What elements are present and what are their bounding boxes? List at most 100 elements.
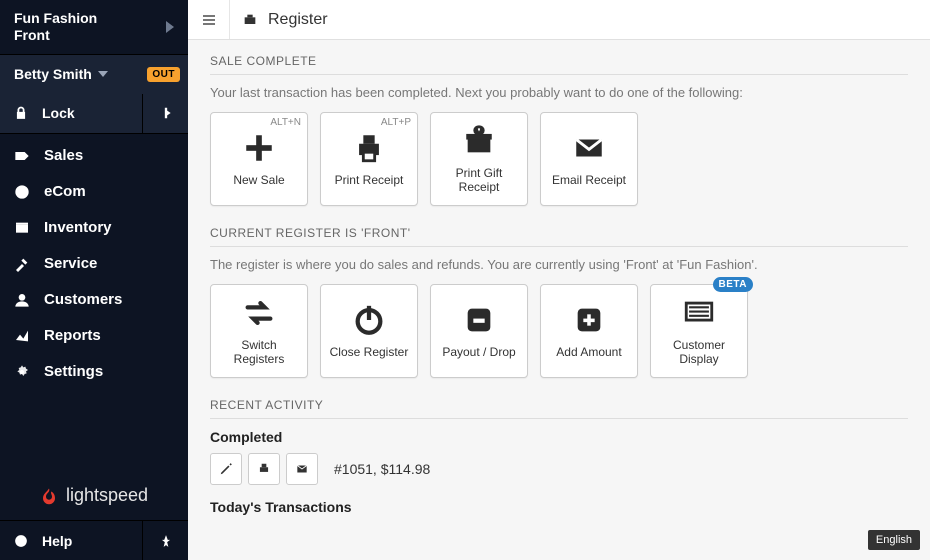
tile-add-amount[interactable]: Add Amount	[540, 284, 638, 378]
swap-icon	[242, 296, 276, 330]
plus-icon	[242, 131, 276, 165]
tile-email-receipt[interactable]: Email Receipt	[540, 112, 638, 206]
nav-ecom[interactable]: eCom	[0, 174, 188, 210]
section-register: CURRENT REGISTER IS 'FRONT'	[210, 226, 908, 247]
power-icon	[352, 303, 386, 337]
minus-icon	[462, 303, 496, 337]
sale-tiles: ALT+N New Sale ALT+P Print Receipt Print…	[210, 112, 908, 206]
register-subtext: The register is where you do sales and r…	[210, 257, 908, 272]
lock-icon	[14, 106, 28, 120]
nav-label: Service	[44, 255, 97, 272]
nav-inventory[interactable]: Inventory	[0, 210, 188, 246]
register-tiles: Switch Registers Close Register Payout /…	[210, 284, 908, 378]
tile-label: Print Gift Receipt	[439, 167, 519, 195]
tag-icon	[14, 148, 30, 164]
content: SALE COMPLETE Your last transaction has …	[188, 40, 930, 560]
tile-label: Switch Registers	[219, 339, 299, 367]
shop-selector[interactable]: Fun Fashion Front	[0, 0, 188, 54]
nav-label: Reports	[44, 327, 101, 344]
nav-service[interactable]: Service	[0, 246, 188, 282]
register-icon	[242, 12, 258, 28]
printer-icon	[352, 131, 386, 165]
shortcut: ALT+N	[270, 117, 301, 128]
exit-button[interactable]	[142, 94, 188, 133]
tile-label: Customer Display	[659, 339, 739, 367]
shop-name: Fun Fashion Front	[14, 10, 97, 44]
beta-badge: BETA	[713, 277, 753, 292]
todays-heading: Today's Transactions	[210, 499, 908, 515]
completed-row: #1051, $114.98	[210, 453, 908, 485]
nav-label: Customers	[44, 291, 122, 308]
topbar: Register	[188, 0, 930, 40]
tile-close-register[interactable]: Close Register	[320, 284, 418, 378]
gear-icon	[14, 364, 30, 380]
page-title-text: Register	[268, 11, 328, 29]
edit-transaction-button[interactable]	[210, 453, 242, 485]
user-row[interactable]: Betty Smith OUT	[0, 54, 188, 94]
lock-button[interactable]: Lock	[0, 94, 142, 133]
lock-label: Lock	[42, 105, 75, 121]
help-label: Help	[42, 533, 72, 549]
chevron-right-icon	[166, 21, 174, 33]
page: Register SALE COMPLETE Your last transac…	[188, 0, 930, 560]
display-icon	[682, 296, 716, 330]
exit-icon	[159, 106, 173, 120]
tile-print-gift-receipt[interactable]: Print Gift Receipt	[430, 112, 528, 206]
nav-label: eCom	[44, 183, 86, 200]
print-transaction-button[interactable]	[248, 453, 280, 485]
nav-label: Sales	[44, 147, 83, 164]
email-transaction-button[interactable]	[286, 453, 318, 485]
page-title: Register	[230, 0, 340, 39]
brand-label: lightspeed	[66, 485, 148, 506]
nav-label: Inventory	[44, 219, 112, 236]
flame-icon	[40, 487, 58, 505]
envelope-icon	[295, 462, 309, 476]
completed-heading: Completed	[210, 429, 908, 445]
menu-toggle[interactable]	[188, 0, 230, 39]
box-icon	[14, 220, 30, 236]
nav-label: Settings	[44, 363, 103, 380]
brand: lightspeed	[0, 465, 188, 520]
envelope-icon	[572, 131, 606, 165]
tile-label: Add Amount	[556, 346, 621, 360]
nav-customers[interactable]: Customers	[0, 282, 188, 318]
pin-button[interactable]	[142, 521, 188, 560]
caret-down-icon	[98, 71, 108, 77]
user-icon	[14, 292, 30, 308]
pin-icon	[159, 534, 173, 548]
tile-print-receipt[interactable]: ALT+P Print Receipt	[320, 112, 418, 206]
help-button[interactable]: Help	[0, 521, 142, 560]
tile-new-sale[interactable]: ALT+N New Sale	[210, 112, 308, 206]
hammer-icon	[14, 256, 30, 272]
tile-label: Close Register	[330, 346, 409, 360]
help-icon	[14, 534, 28, 548]
sidebar: Fun Fashion Front Betty Smith OUT Lock S…	[0, 0, 188, 560]
plus-square-icon	[572, 303, 606, 337]
last-transaction: #1051, $114.98	[334, 461, 430, 477]
tile-label: New Sale	[233, 174, 284, 188]
nav: Sales eCom Inventory Service Customers R…	[0, 138, 188, 465]
tile-switch-registers[interactable]: Switch Registers	[210, 284, 308, 378]
chart-icon	[14, 328, 30, 344]
section-sale-complete: SALE COMPLETE	[210, 54, 908, 75]
tile-customer-display[interactable]: BETA Customer Display	[650, 284, 748, 378]
sale-complete-subtext: Your last transaction has been completed…	[210, 85, 908, 100]
section-activity: RECENT ACTIVITY	[210, 398, 908, 419]
language-selector[interactable]: English	[868, 530, 920, 550]
pencil-icon	[219, 462, 233, 476]
status-badge: OUT	[147, 67, 180, 82]
gift-icon	[462, 124, 496, 158]
hamburger-icon	[201, 12, 217, 28]
nav-sales[interactable]: Sales	[0, 138, 188, 174]
globe-icon	[14, 184, 30, 200]
shortcut: ALT+P	[381, 117, 411, 128]
printer-icon	[257, 462, 271, 476]
nav-reports[interactable]: Reports	[0, 318, 188, 354]
tile-label: Print Receipt	[335, 174, 404, 188]
tile-label: Email Receipt	[552, 174, 626, 188]
tile-label: Payout / Drop	[442, 346, 515, 360]
tile-payout-drop[interactable]: Payout / Drop	[430, 284, 528, 378]
language-label: English	[876, 534, 912, 546]
user-name: Betty Smith	[14, 66, 92, 82]
nav-settings[interactable]: Settings	[0, 354, 188, 390]
